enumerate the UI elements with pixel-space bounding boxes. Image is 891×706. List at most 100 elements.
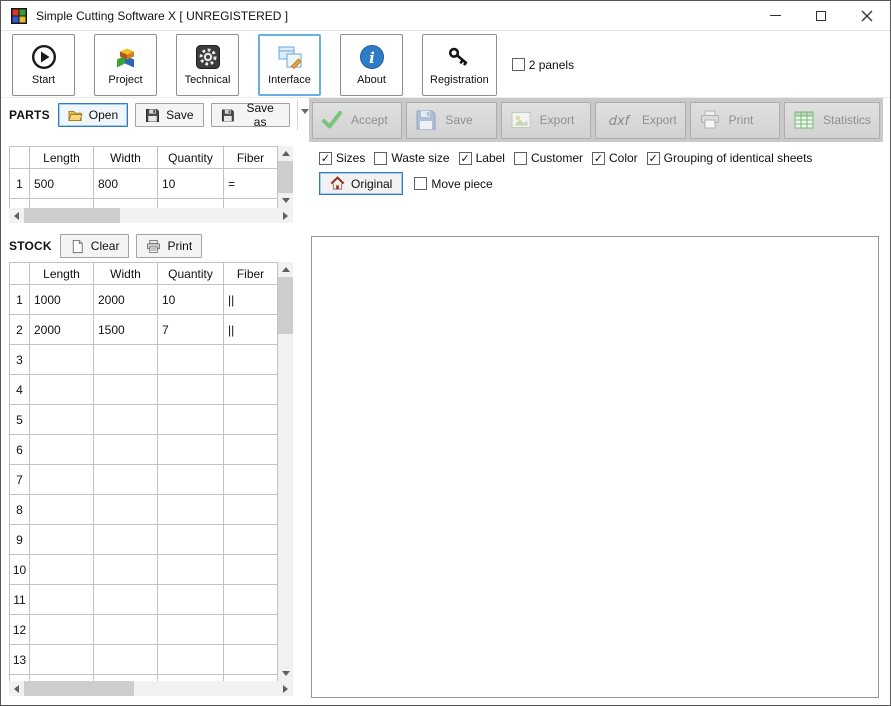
stock-cell[interactable]: [224, 375, 278, 405]
parts-column-header[interactable]: Quantity: [158, 147, 224, 169]
result-save-button[interactable]: Save: [406, 102, 496, 139]
stock-cell[interactable]: [224, 465, 278, 495]
minimize-button[interactable]: [752, 1, 798, 30]
stock-cell[interactable]: [224, 555, 278, 585]
parts-grid-vscrollbar[interactable]: [278, 146, 293, 208]
scroll-thumb[interactable]: [24, 208, 120, 223]
stock-cell[interactable]: [224, 405, 278, 435]
result-accept-button[interactable]: Accept: [312, 102, 402, 139]
stock-cell[interactable]: [224, 615, 278, 645]
scroll-track[interactable]: [120, 208, 278, 223]
stock-cell[interactable]: [224, 525, 278, 555]
stock-row-number[interactable]: 7: [10, 465, 30, 495]
toolbar-button-technical[interactable]: Technical: [176, 34, 239, 96]
parts-cell[interactable]: 500: [30, 169, 94, 199]
stock-cell[interactable]: [30, 585, 94, 615]
maximize-button[interactable]: [798, 1, 844, 30]
stock-row-number[interactable]: 5: [10, 405, 30, 435]
chevron-down-icon[interactable]: [301, 109, 309, 114]
stock-column-header[interactable]: Width: [94, 263, 158, 285]
stock-cell[interactable]: [158, 435, 224, 465]
option-waste-size[interactable]: Waste size: [374, 151, 449, 165]
parts-column-header[interactable]: Fiber: [224, 147, 278, 169]
stock-cell[interactable]: [94, 375, 158, 405]
parts-cell[interactable]: [158, 199, 224, 209]
stock-cell[interactable]: [158, 465, 224, 495]
stock-print-button[interactable]: Print: [136, 234, 202, 258]
stock-cell[interactable]: [94, 495, 158, 525]
scroll-track[interactable]: [134, 681, 278, 696]
stock-cell[interactable]: [158, 615, 224, 645]
scroll-thumb[interactable]: [278, 277, 293, 334]
parts-column-header[interactable]: Width: [94, 147, 158, 169]
stock-row-number[interactable]: 12: [10, 615, 30, 645]
stock-row-number[interactable]: 2: [10, 315, 30, 345]
stock-cell[interactable]: [94, 615, 158, 645]
result-export-dxf-button[interactable]: dxfExport: [595, 102, 686, 139]
stock-cell[interactable]: [158, 405, 224, 435]
stock-cell[interactable]: [94, 555, 158, 585]
stock-cell[interactable]: [158, 345, 224, 375]
stock-row-number[interactable]: 8: [10, 495, 30, 525]
stock-cell[interactable]: [224, 345, 278, 375]
parts-cell[interactable]: 800: [94, 169, 158, 199]
stock-cell[interactable]: [30, 555, 94, 585]
two-panels-checkbox[interactable]: 2 panels: [512, 58, 574, 72]
parts-save-as-button[interactable]: Save as: [211, 103, 291, 127]
scroll-down-button[interactable]: [278, 193, 293, 208]
stock-cell[interactable]: 2000: [94, 285, 158, 315]
stock-cell[interactable]: ||: [224, 315, 278, 345]
stock-cell[interactable]: [94, 525, 158, 555]
stock-column-header[interactable]: Fiber: [224, 263, 278, 285]
result-statistics-button[interactable]: Statistics: [784, 102, 880, 139]
layout-canvas[interactable]: [311, 236, 879, 698]
toolbar-button-start[interactable]: Start: [12, 34, 75, 96]
stock-cell[interactable]: [94, 645, 158, 675]
stock-cell[interactable]: [30, 615, 94, 645]
stock-cell[interactable]: [224, 435, 278, 465]
stock-cell[interactable]: [224, 585, 278, 615]
stock-cell[interactable]: [30, 345, 94, 375]
stock-cell[interactable]: [94, 585, 158, 615]
stock-cell[interactable]: [158, 645, 224, 675]
stock-cell[interactable]: [30, 495, 94, 525]
move-piece-checkbox[interactable]: Move piece: [414, 177, 492, 191]
option-grouping-of-identical-sheets[interactable]: ✓Grouping of identical sheets: [647, 151, 813, 165]
scroll-track[interactable]: [278, 277, 293, 666]
parts-cell[interactable]: [224, 199, 278, 209]
stock-row-number[interactable]: 6: [10, 435, 30, 465]
stock-row-number[interactable]: 4: [10, 375, 30, 405]
scroll-right-button[interactable]: [278, 208, 293, 223]
option-sizes[interactable]: ✓Sizes: [319, 151, 365, 165]
stock-column-header[interactable]: Quantity: [158, 263, 224, 285]
stock-cell[interactable]: [158, 585, 224, 615]
stock-cell[interactable]: [30, 645, 94, 675]
parts-save-button[interactable]: Save: [135, 103, 203, 127]
stock-cell[interactable]: [158, 495, 224, 525]
stock-cell[interactable]: 2000: [30, 315, 94, 345]
scroll-thumb[interactable]: [24, 681, 134, 696]
scroll-up-button[interactable]: [278, 146, 293, 161]
parts-row-number[interactable]: 2: [10, 199, 30, 209]
stock-cell[interactable]: 10: [158, 285, 224, 315]
parts-cell[interactable]: [94, 199, 158, 209]
stock-row-number[interactable]: 10: [10, 555, 30, 585]
stock-cell[interactable]: [158, 555, 224, 585]
parts-cell[interactable]: =: [224, 169, 278, 199]
stock-row-number[interactable]: 11: [10, 585, 30, 615]
stock-cell[interactable]: [30, 465, 94, 495]
toolbar-button-project[interactable]: Project: [94, 34, 157, 96]
stock-row-number[interactable]: 13: [10, 645, 30, 675]
stock-cell[interactable]: [224, 645, 278, 675]
stock-cell[interactable]: [158, 375, 224, 405]
result-export-image-button[interactable]: Export: [501, 102, 591, 139]
stock-row-number[interactable]: 1: [10, 285, 30, 315]
parts-column-header[interactable]: Length: [30, 147, 94, 169]
parts-grid-hscrollbar[interactable]: [9, 208, 293, 223]
stock-cell[interactable]: 1500: [94, 315, 158, 345]
scroll-left-button[interactable]: [9, 681, 24, 696]
scroll-thumb[interactable]: [278, 161, 293, 193]
parts-cell[interactable]: 10: [158, 169, 224, 199]
scroll-left-button[interactable]: [9, 208, 24, 223]
toolbar-button-registration[interactable]: Registration: [422, 34, 497, 96]
